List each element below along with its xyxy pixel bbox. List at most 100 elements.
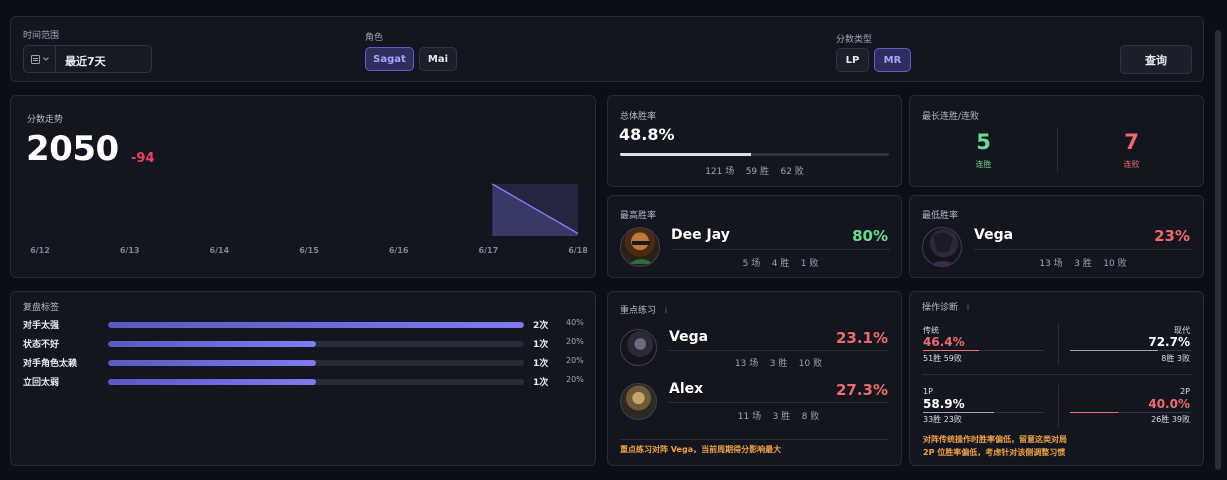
modern-bar-fill xyxy=(1070,350,1158,351)
modern-record: 8胜 3败 xyxy=(1161,354,1190,363)
classic-bar-fill xyxy=(923,350,980,351)
winrate-value: 48.8% xyxy=(619,125,675,144)
info-icon[interactable]: i xyxy=(967,303,969,312)
modern-bar xyxy=(1070,350,1191,351)
score-trend-card: 分数走势 2050 -94 6/12 6/13 6/14 6/15 6/16 6/17 6/… xyxy=(10,95,596,278)
p2-record: 26胜 39败 xyxy=(1151,415,1190,424)
practice-alex-rate: 27.3% xyxy=(835,381,888,399)
winrate-bar-fill xyxy=(620,153,752,156)
tag-bar-fill xyxy=(108,341,316,347)
review-tags-card: 复盘标签 对手太强 2次 40% 状态不好 1次 20% 对手角色太赖 1次 20% 立回太弱 1次… xyxy=(10,291,596,466)
winrate-wins: 59 胜 xyxy=(745,167,770,177)
diagnosis-title-text: 操作诊断 xyxy=(922,303,959,313)
vega-avatar xyxy=(922,227,962,267)
practice-vega-rate: 23.1% xyxy=(835,329,888,347)
calendar-dropdown-icon[interactable] xyxy=(24,46,56,72)
winrate-record: 121 场 59 胜 62 败 xyxy=(608,164,901,177)
classic-record: 51胜 59败 xyxy=(923,354,962,363)
classic-value: 46.4% xyxy=(923,335,965,349)
focus-practice-card: 重点练习 i Vega 23.1% 13 场 3 胜 10 败 Alex 27.… xyxy=(607,291,902,466)
win-streak-label: 连胜 xyxy=(975,160,992,169)
focus-practice-title-text: 重点练习 xyxy=(620,306,657,316)
best-matchup-divider xyxy=(671,249,890,250)
time-range-value: 最近7天 xyxy=(65,55,106,68)
x-tick-label: 6/17 xyxy=(479,246,499,255)
worst-matchup-rate: 23% xyxy=(1154,227,1190,245)
tag-label: 对手角色太赖 xyxy=(23,359,78,369)
winrate-title: 总体胜率 xyxy=(620,112,657,122)
p2-bar-fill xyxy=(1070,412,1119,413)
x-tick-label: 6/14 xyxy=(210,246,230,255)
score-lp-button[interactable]: LP xyxy=(836,48,869,72)
tag-percent: 20% xyxy=(566,375,584,384)
review-tags-title: 复盘标签 xyxy=(23,303,60,313)
focus-practice-title: 重点练习 i xyxy=(620,303,667,316)
practice-vega-losses: 10 败 xyxy=(798,359,823,369)
practice-alex-games: 11 场 xyxy=(737,412,762,422)
character-mai-button[interactable]: Mai xyxy=(419,47,457,71)
worst-games: 13 场 xyxy=(1039,259,1063,269)
tag-count: 1次 xyxy=(533,378,549,388)
score-mr-button[interactable]: MR xyxy=(874,48,911,72)
character-label: 角色 xyxy=(365,33,384,43)
worst-matchup-divider xyxy=(974,249,1192,250)
deejay-avatar xyxy=(620,227,660,267)
x-tick-label: 6/15 xyxy=(299,246,319,255)
streak-card: 最长连胜/连败 5 连胜 7 连败 xyxy=(909,95,1204,187)
tag-bar-fill xyxy=(108,379,316,385)
p1-bar xyxy=(923,412,1044,413)
tag-bar xyxy=(108,341,524,347)
loss-streak-label: 连败 xyxy=(1123,160,1140,169)
worst-losses: 10 败 xyxy=(1103,259,1127,269)
p2-value: 40.0% xyxy=(1148,397,1190,411)
tag-bar-fill xyxy=(108,322,524,328)
diagnosis-note-2: 2P 位胜率偏低，考虑针对该侧调整习惯 xyxy=(923,448,1066,457)
tag-label: 状态不好 xyxy=(23,340,60,350)
tag-percent: 40% xyxy=(566,318,584,327)
info-icon[interactable]: i xyxy=(665,306,667,315)
practice-alex-wins: 3 胜 xyxy=(772,412,791,422)
diagnosis-card: 操作诊断 i 传统 46.4% 51胜 59败 现代 72.7% 8胜 3败 1… xyxy=(909,291,1204,466)
worst-wins: 3 胜 xyxy=(1074,259,1092,269)
practice-vega-games: 13 场 xyxy=(734,359,759,369)
vega-avatar xyxy=(620,329,657,366)
tag-count: 1次 xyxy=(533,359,549,369)
practice-vega-name: Vega xyxy=(669,329,709,345)
best-wins: 4 胜 xyxy=(771,259,790,269)
best-matchup-record: 5 场 4 胜 1 败 xyxy=(671,256,890,269)
worst-matchup-card[interactable]: 最低胜率 Vega 23% 13 场 3 胜 10 败 xyxy=(909,195,1204,278)
tag-label: 立回太弱 xyxy=(23,378,60,388)
score-type-label: 分数类型 xyxy=(836,35,873,45)
tag-bar xyxy=(108,360,524,366)
tag-bar-fill xyxy=(108,360,316,366)
practice-alex-losses: 8 败 xyxy=(801,412,820,422)
x-tick-label: 6/18 xyxy=(568,246,588,255)
practice-alex-record: 11 场 3 胜 8 败 xyxy=(669,409,888,422)
character-sagat-button[interactable]: Sagat xyxy=(365,47,414,71)
best-matchup-rate: 80% xyxy=(852,227,888,245)
winrate-losses: 62 败 xyxy=(780,167,804,177)
worst-matchup-name: Vega xyxy=(974,227,1014,243)
win-streak-value: 5 xyxy=(976,130,991,154)
p2-label: 2P xyxy=(1180,387,1190,396)
x-tick-label: 6/16 xyxy=(389,246,409,255)
practice-vega-record: 13 场 3 胜 10 败 xyxy=(669,356,888,369)
practice-note: 重点练习对阵 Vega，当前周期得分影响最大 xyxy=(620,445,782,454)
loss-streak-value: 7 xyxy=(1124,130,1139,154)
filter-bar: 时间范围 最近7天 角色 Sagat Mai 分数类型 LP MR 查询 xyxy=(10,16,1204,82)
best-losses: 1 败 xyxy=(800,259,819,269)
winrate-card: 总体胜率 48.8% 121 场 59 胜 62 败 xyxy=(607,95,902,187)
tag-percent: 20% xyxy=(566,337,584,346)
worst-matchup-title: 最低胜率 xyxy=(922,211,959,221)
tag-bar xyxy=(108,322,524,328)
page-scrollbar[interactable] xyxy=(1215,30,1221,470)
time-range-select[interactable]: 最近7天 xyxy=(23,45,152,73)
modern-value: 72.7% xyxy=(1148,335,1190,349)
tag-label: 对手太强 xyxy=(23,321,60,331)
diag-divider-mid xyxy=(922,374,1192,375)
x-tick-label: 6/12 xyxy=(30,246,50,255)
query-button[interactable]: 查询 xyxy=(1120,45,1192,74)
best-matchup-name: Dee Jay xyxy=(671,227,730,243)
practice-note-divider xyxy=(620,439,888,440)
best-matchup-card[interactable]: 最高胜率 Dee Jay 80% 5 场 4 胜 1 败 xyxy=(607,195,902,278)
